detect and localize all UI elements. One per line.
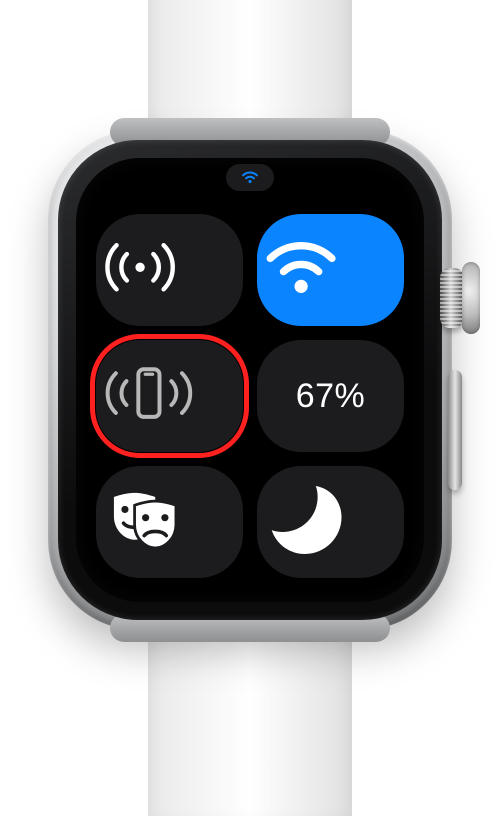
- battery-percent-label: 67%: [296, 377, 366, 416]
- wifi-icon: [257, 232, 404, 308]
- ping-iphone-icon: [96, 360, 243, 431]
- digital-crown[interactable]: [440, 258, 474, 338]
- ping-iphone-button[interactable]: [96, 340, 243, 452]
- cellular-icon: [96, 232, 243, 308]
- watch-screen: 67%: [76, 158, 424, 602]
- status-pill[interactable]: [226, 164, 274, 191]
- battery-tile[interactable]: 67%: [257, 340, 404, 452]
- theater-masks-icon: [96, 486, 243, 557]
- side-button[interactable]: [448, 370, 462, 490]
- theater-mode-toggle[interactable]: [96, 466, 243, 578]
- wifi-toggle[interactable]: [257, 214, 404, 326]
- watch-case: 67%: [48, 130, 452, 630]
- wifi-status-icon: [240, 168, 260, 189]
- control-center-grid: 67%: [96, 214, 404, 578]
- cellular-toggle[interactable]: [96, 214, 243, 326]
- watch-device: 67%: [48, 130, 452, 630]
- moon-icon: [257, 475, 404, 568]
- do-not-disturb-toggle[interactable]: [257, 466, 404, 578]
